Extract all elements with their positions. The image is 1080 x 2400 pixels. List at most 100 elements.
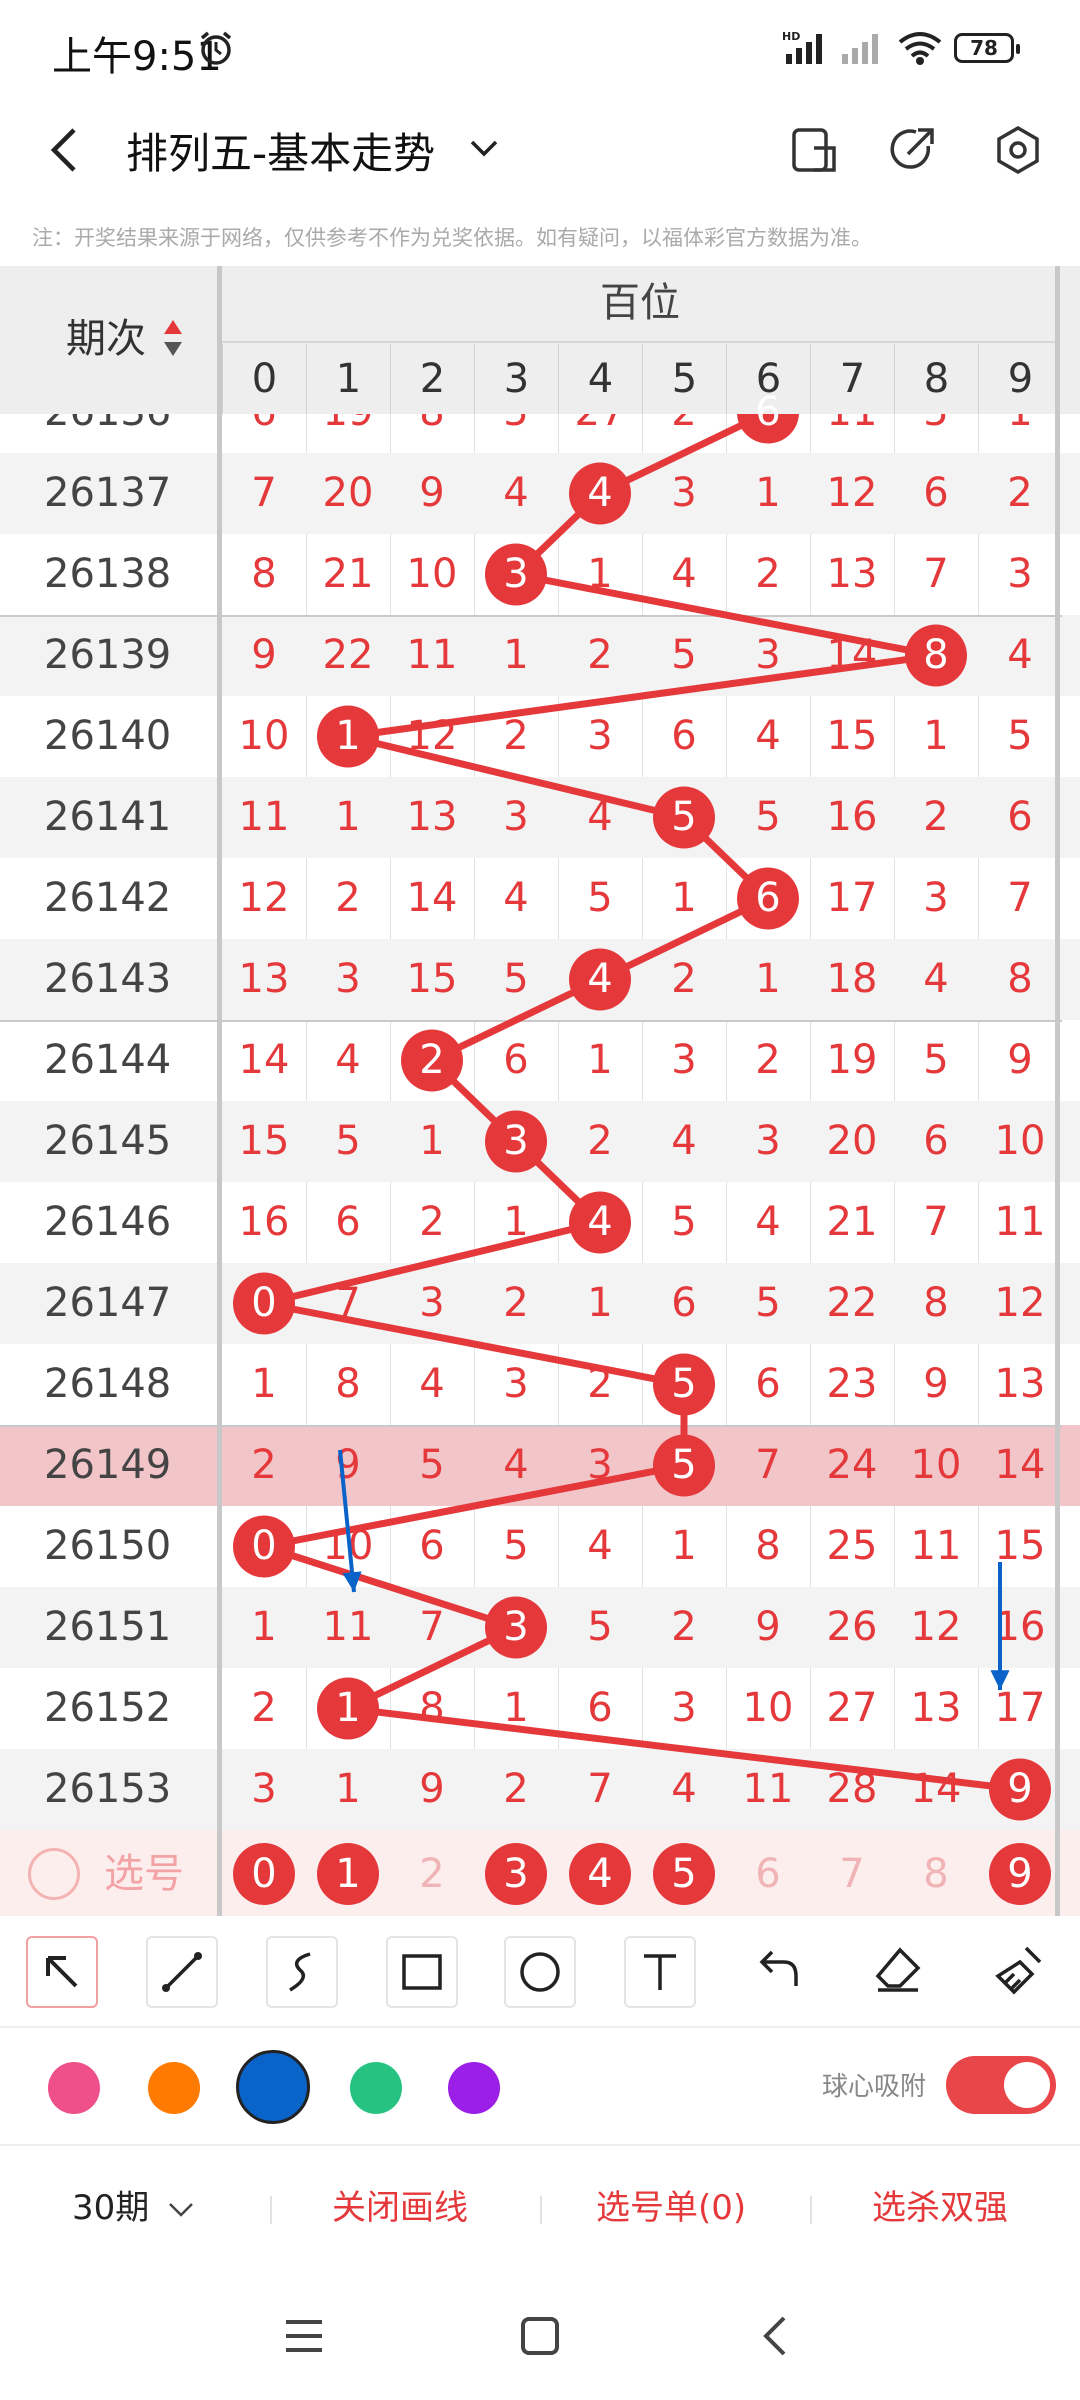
miss-count[interactable]: 13 [978,1344,1062,1425]
miss-count[interactable]: 6 [642,1263,726,1344]
miss-count[interactable]: 7 [726,1425,810,1506]
miss-count[interactable]: 2 [642,939,726,1020]
miss-count[interactable]: 8 [978,939,1062,1020]
miss-count[interactable]: 20 [810,1101,894,1182]
miss-count[interactable]: 13 [894,1668,978,1749]
miss-count[interactable]: 7 [894,1182,978,1263]
miss-count[interactable]: 11 [726,1749,810,1830]
miss-count[interactable]: 17 [978,1668,1062,1749]
miss-count[interactable]: 20 [306,453,390,534]
winning-digit[interactable]: 2 [390,1020,474,1101]
miss-count[interactable]: 5 [894,1020,978,1101]
miss-count[interactable]: 4 [558,777,642,858]
miss-count[interactable]: 10 [894,1425,978,1506]
miss-count[interactable]: 2 [726,1020,810,1101]
rectangle-tool[interactable] [386,1936,458,2008]
winning-digit[interactable]: 4 [558,453,642,534]
chevron-down-icon[interactable] [166,2198,196,2222]
pick-ball[interactable]: 4 [558,1830,642,1916]
miss-count[interactable]: 11 [978,1182,1062,1263]
miss-count[interactable]: 4 [894,939,978,1020]
miss-count[interactable]: 2 [558,1101,642,1182]
table-row[interactable]: 26140 10 1 12 2 3 6 4 15 1 5 [0,696,1080,777]
miss-count[interactable]: 4 [726,1182,810,1263]
miss-count[interactable]: 4 [390,1344,474,1425]
pick-ball[interactable]: 8 [894,1830,978,1916]
miss-count[interactable]: 1 [558,1020,642,1101]
miss-count[interactable]: 15 [390,939,474,1020]
miss-count[interactable]: 14 [390,858,474,939]
miss-count[interactable]: 3 [222,1749,306,1830]
table-row[interactable]: 26148 1 8 4 3 2 5 6 23 9 13 [0,1344,1080,1425]
table-row[interactable]: 26144 14 4 2 6 1 3 2 19 5 9 [0,1020,1080,1101]
miss-count[interactable]: 6 [642,696,726,777]
settings-icon[interactable] [990,122,1046,178]
miss-count[interactable]: 5 [390,1425,474,1506]
miss-count[interactable]: 10 [726,1668,810,1749]
miss-count[interactable]: 6 [978,777,1062,858]
miss-count[interactable]: 1 [222,1587,306,1668]
miss-count[interactable]: 16 [810,777,894,858]
miss-count[interactable]: 8 [726,1506,810,1587]
miss-count[interactable]: 5 [558,858,642,939]
miss-count[interactable]: 3 [474,1344,558,1425]
miss-count[interactable]: 2 [474,1749,558,1830]
miss-count[interactable]: 13 [810,534,894,615]
miss-count[interactable]: 1 [474,615,558,696]
miss-count[interactable]: 1 [642,858,726,939]
winning-digit[interactable]: 1 [306,696,390,777]
winning-digit[interactable]: 9 [978,1749,1062,1830]
winning-digit[interactable]: 5 [642,1425,726,1506]
miss-count[interactable]: 8 [390,1668,474,1749]
miss-count[interactable]: 5 [978,696,1062,777]
miss-count[interactable]: 8 [894,1263,978,1344]
back-icon[interactable] [40,122,90,178]
miss-count[interactable]: 7 [222,453,306,534]
miss-count[interactable]: 1 [474,1668,558,1749]
miss-count[interactable]: 3 [726,615,810,696]
winning-digit[interactable]: 5 [642,777,726,858]
table-row[interactable]: 26137 7 20 9 4 4 3 1 12 6 2 [0,453,1080,534]
miss-count[interactable]: 13 [390,777,474,858]
pick-ball[interactable]: 9 [978,1830,1062,1916]
color-swatch[interactable] [48,2062,100,2114]
miss-count[interactable]: 2 [474,1263,558,1344]
miss-count[interactable]: 2 [642,1587,726,1668]
miss-count[interactable]: 1 [726,939,810,1020]
miss-count[interactable]: 4 [474,1425,558,1506]
miss-count[interactable]: 1 [474,1182,558,1263]
miss-count[interactable]: 2 [222,1425,306,1506]
miss-count[interactable]: 9 [390,1749,474,1830]
color-swatch[interactable] [236,2050,310,2124]
winning-digit[interactable]: 0 [222,1506,306,1587]
miss-count[interactable]: 6 [726,1344,810,1425]
miss-count[interactable]: 9 [222,615,306,696]
miss-count[interactable]: 7 [894,534,978,615]
miss-count[interactable]: 16 [222,1182,306,1263]
winning-digit[interactable]: 8 [894,615,978,696]
table-row[interactable]: 26150 0 10 6 5 4 1 8 25 11 15 [0,1506,1080,1587]
chevron-down-icon[interactable] [466,130,502,166]
miss-count[interactable]: 6 [474,1020,558,1101]
miss-count[interactable]: 14 [978,1425,1062,1506]
miss-count[interactable]: 5 [726,777,810,858]
color-swatch[interactable] [350,2062,402,2114]
table-row[interactable]: 26147 0 7 3 2 1 6 5 22 8 12 [0,1263,1080,1344]
miss-count[interactable]: 4 [726,696,810,777]
miss-count[interactable]: 6 [390,1506,474,1587]
miss-count[interactable]: 3 [474,777,558,858]
circle-tool[interactable] [504,1936,576,2008]
table-row[interactable]: 26141 11 1 13 3 4 5 5 16 2 6 [0,777,1080,858]
miss-count[interactable]: 18 [810,939,894,1020]
miss-count[interactable]: 1 [558,1263,642,1344]
miss-count[interactable]: 12 [978,1263,1062,1344]
miss-count[interactable]: 12 [390,696,474,777]
miss-count[interactable]: 1 [306,1749,390,1830]
table-row[interactable]: 26139 9 22 11 1 2 5 3 14 8 4 [0,615,1080,696]
issue-column-header[interactable]: 期次 [66,306,146,364]
miss-count[interactable]: 10 [222,696,306,777]
miss-count[interactable]: 1 [222,1344,306,1425]
color-swatch[interactable] [448,2062,500,2114]
winning-digit[interactable]: 1 [306,1668,390,1749]
pick-all-radio[interactable] [28,1848,80,1900]
